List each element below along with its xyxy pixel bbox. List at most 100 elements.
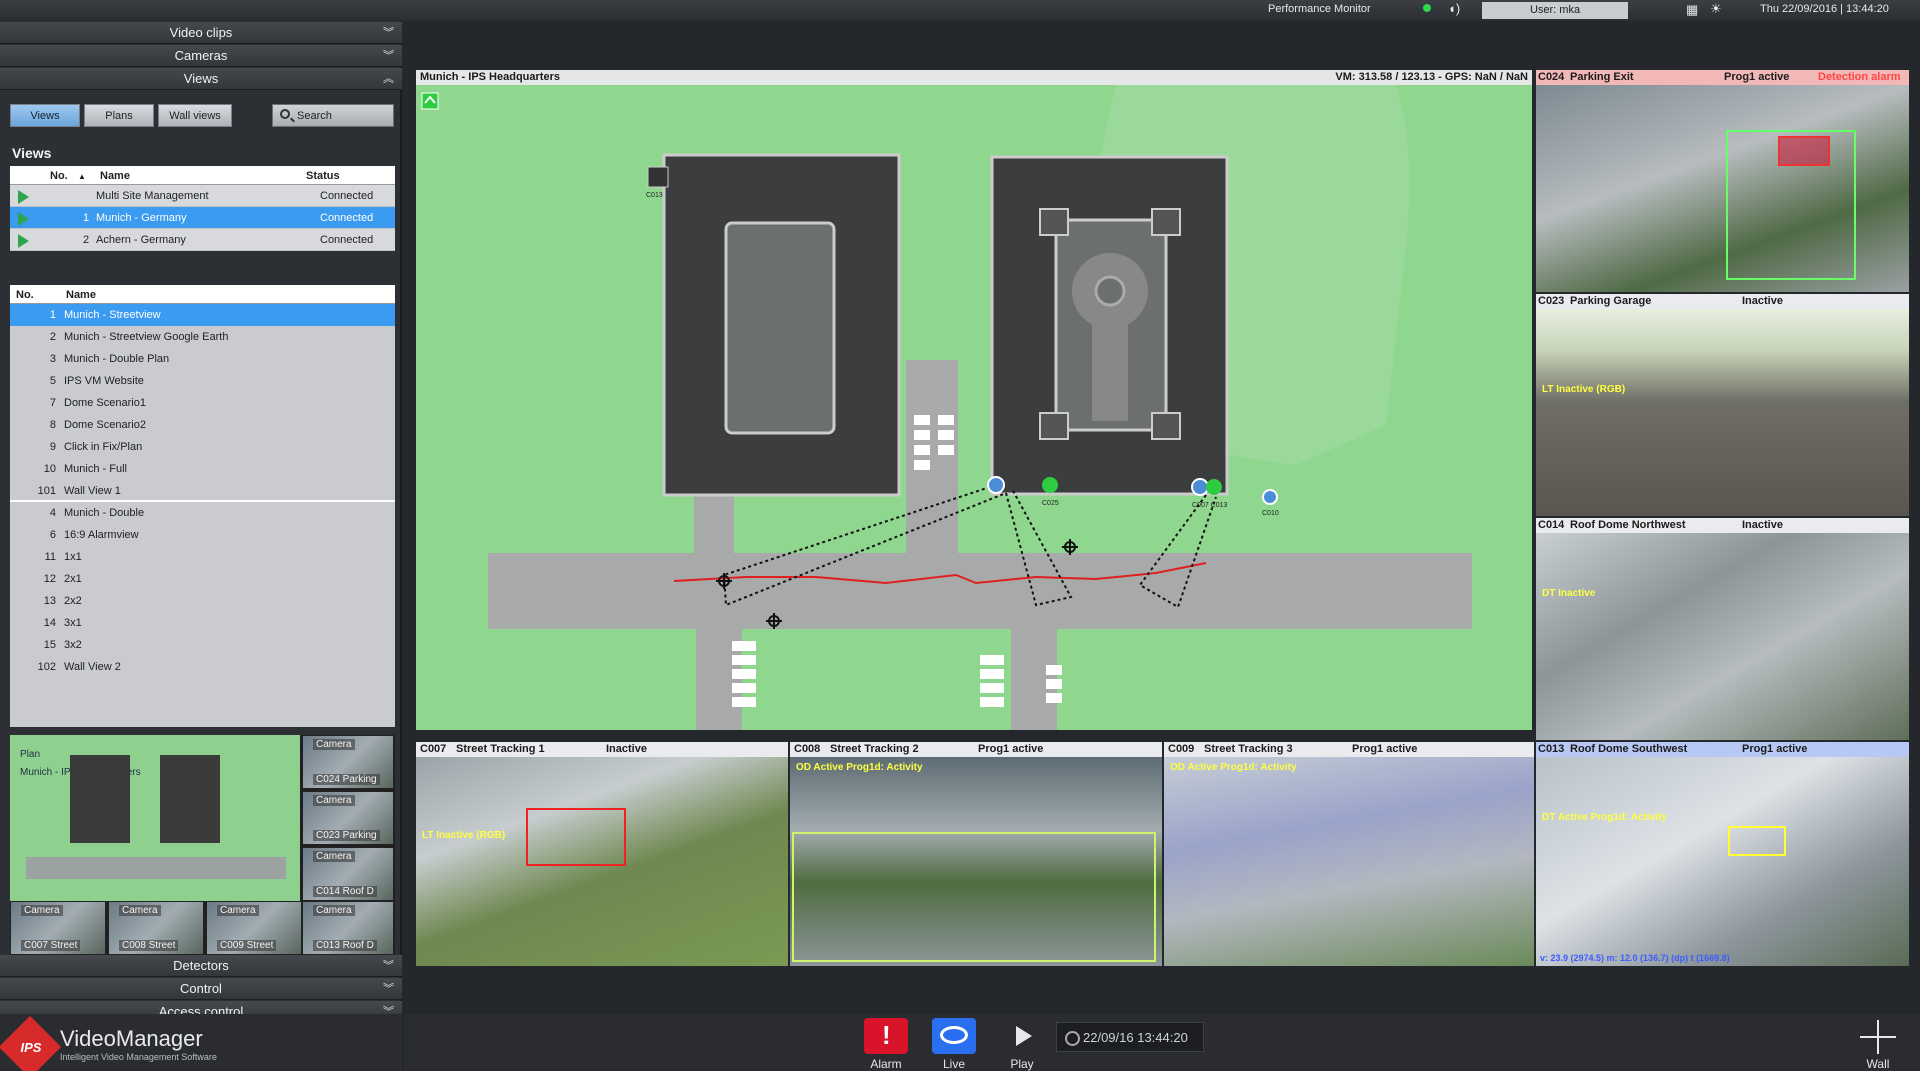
user-field[interactable]: User: mka (1482, 2, 1628, 19)
logo-subtitle: Intelligent Video Management Software (60, 1052, 217, 1062)
wall-button[interactable] (1856, 1018, 1900, 1054)
play-icon[interactable] (18, 212, 29, 226)
accordion-detectors[interactable]: Detectors ︾ (0, 955, 402, 977)
camera-name: Street Tracking 1 (456, 743, 545, 755)
list-item[interactable]: 101 Wall View 1 (10, 480, 395, 502)
camera-marker-icon[interactable] (1042, 477, 1058, 493)
row-no: 9 (49, 441, 56, 453)
view-list-table: No. Name 1 Munich - Streetview 2 Munich - S… (10, 285, 395, 727)
camera-feed[interactable] (1164, 757, 1534, 966)
site-plan-map[interactable]: C025 C007 C013 C010 C013 (416, 85, 1532, 730)
play-icon[interactable] (18, 234, 29, 248)
list-item[interactable]: 5 IPS VM Website (10, 370, 395, 392)
search-button[interactable]: Search (272, 104, 394, 127)
camera-alarm: Detection alarm (1818, 71, 1901, 83)
cam-thumb-label: Camera (217, 905, 259, 916)
plan-thumbnail[interactable]: Plan Munich - IPS Headquarters (10, 735, 300, 901)
list-item[interactable]: 8 Dome Scenario2 (10, 414, 395, 436)
col-no[interactable]: No. (16, 289, 34, 301)
alarm-button[interactable]: ! (864, 1018, 908, 1054)
row-no: 102 (37, 661, 56, 673)
row-name: 16:9 Alarmview (64, 529, 139, 541)
camera-feed[interactable] (1536, 533, 1909, 740)
list-item[interactable]: 102 Wall View 2 (10, 656, 395, 678)
accordion-cameras[interactable]: Cameras ︾ (0, 45, 402, 67)
sun-icon[interactable]: ☀ (1710, 1, 1722, 17)
row-name: 2x1 (64, 573, 82, 585)
list-item[interactable]: 2 Munich - Streetview Google Earth (10, 326, 395, 348)
list-item[interactable]: 15 3x2 (10, 634, 395, 656)
tab-plans[interactable]: Plans (84, 104, 154, 127)
col-name[interactable]: Name (66, 289, 96, 301)
cam-thumb-c023[interactable]: Camera C023 Parking (302, 791, 394, 845)
camera-marker-icon[interactable] (987, 476, 1005, 494)
list-item[interactable]: 9 Click in Fix/Plan (10, 436, 395, 458)
camera-c024[interactable]: C024 Parking Exit Prog1 active Detection al… (1536, 70, 1909, 292)
col-name[interactable]: Name (100, 170, 130, 182)
camera-c008[interactable]: C008 Street Tracking 2 Prog1 active OD Act… (790, 742, 1162, 966)
live-button[interactable] (932, 1018, 976, 1054)
tab-wall-views[interactable]: Wall views (158, 104, 232, 127)
camera-marker-icon[interactable] (1262, 489, 1278, 505)
accordion-video-clips[interactable]: Video clips ︾ (0, 22, 402, 44)
list-item[interactable]: 6 16:9 Alarmview (10, 524, 395, 546)
camera-marker-icon[interactable] (1191, 478, 1209, 496)
bottom-toolbar: ! Alarm Live Play 22/09/16 13:44:20 Wall (404, 1014, 1920, 1071)
camera-c009[interactable]: C009 Street Tracking 3 Prog1 active OD Act… (1164, 742, 1534, 966)
list-item[interactable]: 7 Dome Scenario1 (10, 392, 395, 414)
camera-feed[interactable] (1536, 757, 1909, 966)
cam-thumb-c009[interactable]: Camera C009 Street (206, 901, 302, 955)
cam-thumb-c014[interactable]: Camera C014 Roof D (302, 847, 394, 901)
cam-thumb-c008[interactable]: Camera C008 Street (108, 901, 204, 955)
camera-id: C008 (794, 743, 821, 755)
views-table: No. ▲ Name Status Multi Site Management … (10, 166, 395, 251)
camera-feed[interactable] (1536, 309, 1909, 516)
flag-icon[interactable]: ▦ (1686, 2, 1698, 18)
camera-marker-icon[interactable] (1206, 479, 1222, 495)
list-item[interactable]: 11 1x1 (10, 546, 395, 568)
tower-shape (1039, 412, 1069, 440)
play-button[interactable] (1000, 1018, 1044, 1054)
camera-c014[interactable]: C014 Roof Dome Northwest Inactive DT Inact… (1536, 518, 1909, 740)
accordion-control[interactable]: Control ︾ (0, 978, 402, 1000)
cam-thumb-c024[interactable]: Camera C024 Parking (302, 735, 394, 789)
camera-id: C007 (420, 743, 447, 755)
camera-marker-icon[interactable] (647, 166, 669, 188)
row-name: Click in Fix/Plan (64, 441, 143, 453)
camera-state: Inactive (606, 743, 647, 755)
playback-clock[interactable]: 22/09/16 13:44:20 (1056, 1022, 1204, 1052)
camera-label: C010 (1262, 510, 1279, 517)
accordion-views[interactable]: Views ︽ (0, 68, 402, 90)
list-item[interactable]: 1 Munich - Streetview (10, 304, 395, 326)
list-item[interactable]: 3 Munich - Double Plan (10, 348, 395, 370)
performance-monitor-link[interactable]: Performance Monitor (1268, 3, 1371, 15)
camera-state: Prog1 active (978, 743, 1044, 755)
site-plan-svg[interactable]: C025 C007 C013 C010 C013 (416, 85, 1532, 730)
camera-c023[interactable]: C023 Parking Garage Inactive LT Inactive (… (1536, 294, 1909, 516)
list-item[interactable]: 13 2x2 (10, 590, 395, 612)
cam-thumb-c013[interactable]: Camera C013 Roof D (302, 901, 394, 955)
list-item[interactable]: 14 3x1 (10, 612, 395, 634)
list-item[interactable]: 4 Munich - Double (10, 502, 395, 524)
col-no[interactable]: No. (50, 170, 68, 182)
alarm-label: Alarm (870, 1057, 902, 1071)
cam-thumb-c007[interactable]: Camera C007 Street (10, 901, 106, 955)
camera-id: C009 (1168, 743, 1195, 755)
camera-c013[interactable]: C013 Roof Dome Southwest Prog1 active DT A… (1536, 742, 1909, 966)
table-row[interactable]: 1 Munich - Germany Connected (10, 207, 395, 229)
camera-header: C023 Parking Garage Inactive (1536, 294, 1909, 309)
tab-views[interactable]: Views (10, 104, 80, 127)
navigate-up-icon[interactable] (421, 92, 439, 110)
list-item[interactable]: 10 Munich - Full (10, 458, 395, 480)
speaker-icon[interactable]: ◖) (1448, 1, 1460, 16)
chevron-down-icon: ︾ (383, 983, 394, 995)
cam-thumb-name: C023 Parking (313, 830, 380, 841)
map-header: Munich - IPS Headquarters VM: 313.58 / 1… (416, 70, 1532, 85)
cam-thumb-name: C007 Street (21, 940, 81, 951)
col-status[interactable]: Status (306, 170, 340, 182)
play-icon[interactable] (18, 190, 29, 204)
table-row[interactable]: 2 Achern - Germany Connected (10, 229, 395, 251)
camera-c007[interactable]: C007 Street Tracking 1 Inactive LT Inactiv… (416, 742, 788, 966)
list-item[interactable]: 12 2x1 (10, 568, 395, 590)
table-row[interactable]: Multi Site Management Connected (10, 185, 395, 207)
